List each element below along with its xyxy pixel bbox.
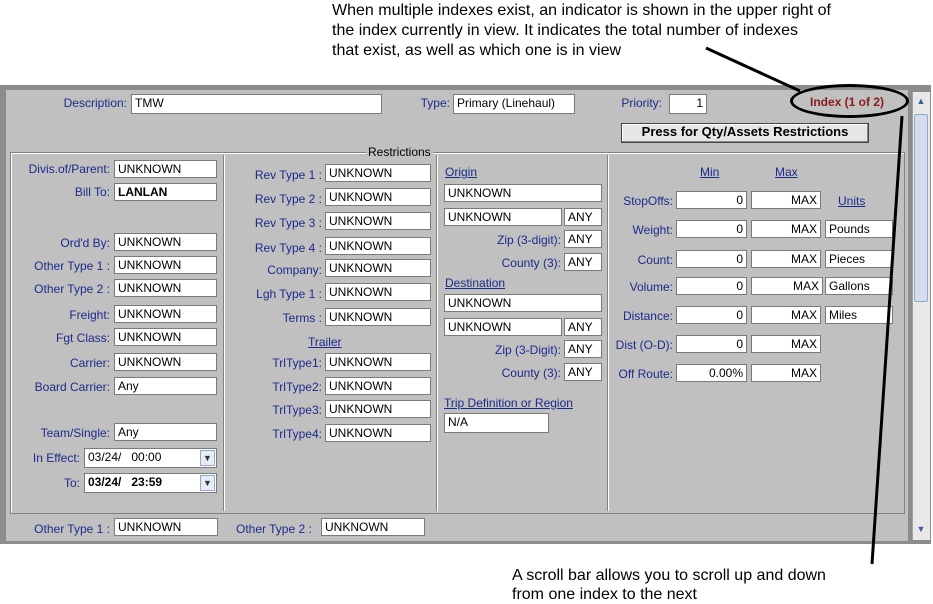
bottom-callout-arrow [870, 115, 904, 565]
callout-arrows [705, 46, 904, 565]
top-callout-arrow [705, 46, 801, 93]
